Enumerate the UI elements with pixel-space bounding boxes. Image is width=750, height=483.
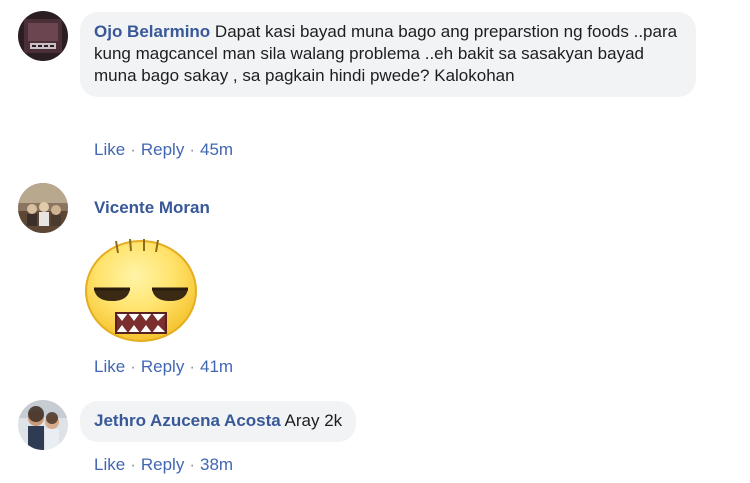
separator: · bbox=[189, 455, 195, 474]
avatar-photo bbox=[18, 11, 68, 61]
comment-author[interactable]: Jethro Azucena Acosta bbox=[94, 411, 281, 430]
comment-thread: Ojo Belarmino Dapat kasi bayad muna bago… bbox=[0, 0, 750, 483]
reply-button[interactable]: Reply bbox=[141, 140, 184, 159]
separator: · bbox=[130, 357, 136, 376]
avatar[interactable] bbox=[18, 183, 68, 233]
comment-actions: Like · Reply · 45m bbox=[94, 140, 233, 160]
like-button[interactable]: Like bbox=[94, 455, 125, 474]
separator: · bbox=[130, 455, 136, 474]
reply-button[interactable]: Reply bbox=[141, 357, 184, 376]
comment-timestamp[interactable]: 38m bbox=[200, 455, 233, 474]
like-button[interactable]: Like bbox=[94, 357, 125, 376]
like-button[interactable]: Like bbox=[94, 140, 125, 159]
avatar-photo bbox=[18, 183, 68, 233]
comment-timestamp[interactable]: 41m bbox=[200, 357, 233, 376]
comment-actions: Like · Reply · 41m bbox=[94, 357, 233, 377]
avatar[interactable] bbox=[18, 11, 68, 61]
separator: · bbox=[189, 140, 195, 159]
comment-text: Aray 2k bbox=[284, 411, 343, 430]
avatar-photo bbox=[18, 400, 68, 450]
comment-timestamp[interactable]: 45m bbox=[200, 140, 233, 159]
comment-author[interactable]: Vicente Moran bbox=[94, 198, 210, 217]
avatar[interactable] bbox=[18, 400, 68, 450]
separator: · bbox=[189, 357, 195, 376]
comment-bubble: Jethro Azucena Acosta Aray 2k bbox=[80, 401, 357, 442]
reply-button[interactable]: Reply bbox=[141, 455, 184, 474]
comment-bubble: Ojo Belarmino Dapat kasi bayad muna bago… bbox=[80, 12, 696, 97]
comment-author-row: Vicente Moran bbox=[94, 197, 210, 219]
separator: · bbox=[130, 140, 136, 159]
comment-author[interactable]: Ojo Belarmino bbox=[94, 22, 210, 41]
unamused-face-sticker-icon bbox=[80, 235, 202, 345]
comment-actions: Like · Reply · 38m bbox=[94, 455, 233, 475]
